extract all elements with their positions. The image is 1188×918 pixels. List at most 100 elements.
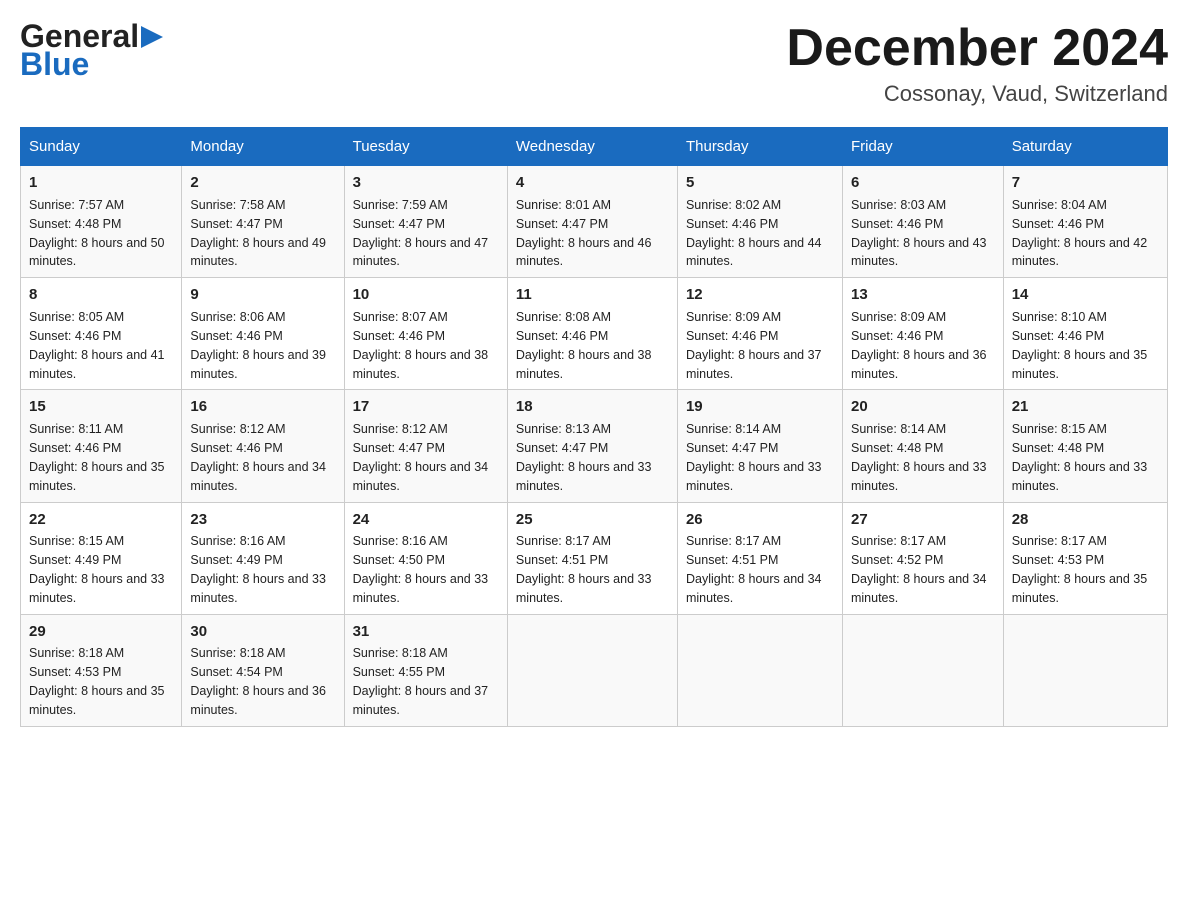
day-info: Sunrise: 7:58 AMSunset: 4:47 PMDaylight:… bbox=[190, 198, 326, 269]
calendar-cell: 19 Sunrise: 8:14 AMSunset: 4:47 PMDaylig… bbox=[677, 390, 842, 502]
day-number: 13 bbox=[851, 284, 995, 306]
calendar-cell: 4 Sunrise: 8:01 AMSunset: 4:47 PMDayligh… bbox=[507, 166, 677, 278]
day-info: Sunrise: 8:12 AMSunset: 4:47 PMDaylight:… bbox=[353, 422, 489, 493]
calendar-cell: 15 Sunrise: 8:11 AMSunset: 4:46 PMDaylig… bbox=[21, 390, 182, 502]
day-number: 3 bbox=[353, 172, 499, 194]
day-number: 10 bbox=[353, 284, 499, 306]
calendar-cell: 17 Sunrise: 8:12 AMSunset: 4:47 PMDaylig… bbox=[344, 390, 507, 502]
day-number: 4 bbox=[516, 172, 669, 194]
day-number: 2 bbox=[190, 172, 335, 194]
calendar-cell: 31 Sunrise: 8:18 AMSunset: 4:55 PMDaylig… bbox=[344, 614, 507, 726]
calendar-cell bbox=[507, 614, 677, 726]
day-info: Sunrise: 7:59 AMSunset: 4:47 PMDaylight:… bbox=[353, 198, 489, 269]
location: Cossonay, Vaud, Switzerland bbox=[786, 81, 1168, 107]
day-number: 31 bbox=[353, 621, 499, 643]
title-block: December 2024 Cossonay, Vaud, Switzerlan… bbox=[786, 20, 1168, 107]
calendar-cell: 29 Sunrise: 8:18 AMSunset: 4:53 PMDaylig… bbox=[21, 614, 182, 726]
day-number: 1 bbox=[29, 172, 173, 194]
calendar-cell: 28 Sunrise: 8:17 AMSunset: 4:53 PMDaylig… bbox=[1003, 502, 1167, 614]
day-number: 21 bbox=[1012, 396, 1159, 418]
day-info: Sunrise: 8:13 AMSunset: 4:47 PMDaylight:… bbox=[516, 422, 652, 493]
day-info: Sunrise: 8:18 AMSunset: 4:55 PMDaylight:… bbox=[353, 646, 489, 717]
day-number: 6 bbox=[851, 172, 995, 194]
calendar-cell: 13 Sunrise: 8:09 AMSunset: 4:46 PMDaylig… bbox=[842, 278, 1003, 390]
day-number: 18 bbox=[516, 396, 669, 418]
calendar-cell: 7 Sunrise: 8:04 AMSunset: 4:46 PMDayligh… bbox=[1003, 166, 1167, 278]
day-info: Sunrise: 8:17 AMSunset: 4:51 PMDaylight:… bbox=[686, 534, 822, 605]
calendar-week-row: 29 Sunrise: 8:18 AMSunset: 4:53 PMDaylig… bbox=[21, 614, 1168, 726]
day-info: Sunrise: 8:17 AMSunset: 4:52 PMDaylight:… bbox=[851, 534, 987, 605]
calendar-cell bbox=[1003, 614, 1167, 726]
calendar-cell: 21 Sunrise: 8:15 AMSunset: 4:48 PMDaylig… bbox=[1003, 390, 1167, 502]
day-info: Sunrise: 8:16 AMSunset: 4:50 PMDaylight:… bbox=[353, 534, 489, 605]
day-number: 5 bbox=[686, 172, 834, 194]
day-number: 12 bbox=[686, 284, 834, 306]
day-info: Sunrise: 8:07 AMSunset: 4:46 PMDaylight:… bbox=[353, 310, 489, 381]
calendar-cell: 18 Sunrise: 8:13 AMSunset: 4:47 PMDaylig… bbox=[507, 390, 677, 502]
day-number: 20 bbox=[851, 396, 995, 418]
calendar-cell: 27 Sunrise: 8:17 AMSunset: 4:52 PMDaylig… bbox=[842, 502, 1003, 614]
day-number: 26 bbox=[686, 509, 834, 531]
day-info: Sunrise: 8:14 AMSunset: 4:47 PMDaylight:… bbox=[686, 422, 822, 493]
calendar-cell: 2 Sunrise: 7:58 AMSunset: 4:47 PMDayligh… bbox=[182, 166, 344, 278]
day-number: 8 bbox=[29, 284, 173, 306]
day-info: Sunrise: 8:18 AMSunset: 4:53 PMDaylight:… bbox=[29, 646, 165, 717]
calendar-cell: 25 Sunrise: 8:17 AMSunset: 4:51 PMDaylig… bbox=[507, 502, 677, 614]
day-number: 30 bbox=[190, 621, 335, 643]
calendar-cell: 20 Sunrise: 8:14 AMSunset: 4:48 PMDaylig… bbox=[842, 390, 1003, 502]
day-number: 28 bbox=[1012, 509, 1159, 531]
day-info: Sunrise: 7:57 AMSunset: 4:48 PMDaylight:… bbox=[29, 198, 165, 269]
day-number: 11 bbox=[516, 284, 669, 306]
logo-blue: Blue bbox=[20, 48, 89, 80]
day-info: Sunrise: 8:09 AMSunset: 4:46 PMDaylight:… bbox=[851, 310, 987, 381]
day-info: Sunrise: 8:18 AMSunset: 4:54 PMDaylight:… bbox=[190, 646, 326, 717]
header-row: SundayMondayTuesdayWednesdayThursdayFrid… bbox=[21, 128, 1168, 166]
logo: General Blue bbox=[20, 20, 163, 80]
calendar-week-row: 1 Sunrise: 7:57 AMSunset: 4:48 PMDayligh… bbox=[21, 166, 1168, 278]
day-info: Sunrise: 8:15 AMSunset: 4:49 PMDaylight:… bbox=[29, 534, 165, 605]
calendar-cell: 11 Sunrise: 8:08 AMSunset: 4:46 PMDaylig… bbox=[507, 278, 677, 390]
calendar-week-row: 15 Sunrise: 8:11 AMSunset: 4:46 PMDaylig… bbox=[21, 390, 1168, 502]
day-number: 15 bbox=[29, 396, 173, 418]
header-day-friday: Friday bbox=[842, 128, 1003, 166]
day-info: Sunrise: 8:14 AMSunset: 4:48 PMDaylight:… bbox=[851, 422, 987, 493]
day-info: Sunrise: 8:17 AMSunset: 4:51 PMDaylight:… bbox=[516, 534, 652, 605]
calendar-cell: 26 Sunrise: 8:17 AMSunset: 4:51 PMDaylig… bbox=[677, 502, 842, 614]
calendar-cell bbox=[677, 614, 842, 726]
day-number: 27 bbox=[851, 509, 995, 531]
calendar-cell: 1 Sunrise: 7:57 AMSunset: 4:48 PMDayligh… bbox=[21, 166, 182, 278]
day-info: Sunrise: 8:04 AMSunset: 4:46 PMDaylight:… bbox=[1012, 198, 1148, 269]
day-info: Sunrise: 8:03 AMSunset: 4:46 PMDaylight:… bbox=[851, 198, 987, 269]
header-day-saturday: Saturday bbox=[1003, 128, 1167, 166]
calendar-cell: 14 Sunrise: 8:10 AMSunset: 4:46 PMDaylig… bbox=[1003, 278, 1167, 390]
day-info: Sunrise: 8:06 AMSunset: 4:46 PMDaylight:… bbox=[190, 310, 326, 381]
header-day-thursday: Thursday bbox=[677, 128, 842, 166]
calendar-cell: 6 Sunrise: 8:03 AMSunset: 4:46 PMDayligh… bbox=[842, 166, 1003, 278]
day-number: 24 bbox=[353, 509, 499, 531]
calendar-cell: 24 Sunrise: 8:16 AMSunset: 4:50 PMDaylig… bbox=[344, 502, 507, 614]
day-number: 17 bbox=[353, 396, 499, 418]
page-header: General Blue December 2024 Cossonay, Vau… bbox=[20, 20, 1168, 107]
day-number: 9 bbox=[190, 284, 335, 306]
day-info: Sunrise: 8:15 AMSunset: 4:48 PMDaylight:… bbox=[1012, 422, 1148, 493]
day-info: Sunrise: 8:17 AMSunset: 4:53 PMDaylight:… bbox=[1012, 534, 1148, 605]
day-info: Sunrise: 8:10 AMSunset: 4:46 PMDaylight:… bbox=[1012, 310, 1148, 381]
logo-arrow-icon bbox=[141, 26, 163, 48]
calendar-week-row: 22 Sunrise: 8:15 AMSunset: 4:49 PMDaylig… bbox=[21, 502, 1168, 614]
day-info: Sunrise: 8:09 AMSunset: 4:46 PMDaylight:… bbox=[686, 310, 822, 381]
header-day-sunday: Sunday bbox=[21, 128, 182, 166]
calendar-cell: 23 Sunrise: 8:16 AMSunset: 4:49 PMDaylig… bbox=[182, 502, 344, 614]
day-number: 23 bbox=[190, 509, 335, 531]
day-number: 7 bbox=[1012, 172, 1159, 194]
calendar-cell: 5 Sunrise: 8:02 AMSunset: 4:46 PMDayligh… bbox=[677, 166, 842, 278]
calendar-cell: 22 Sunrise: 8:15 AMSunset: 4:49 PMDaylig… bbox=[21, 502, 182, 614]
header-day-wednesday: Wednesday bbox=[507, 128, 677, 166]
day-info: Sunrise: 8:11 AMSunset: 4:46 PMDaylight:… bbox=[29, 422, 165, 493]
day-number: 14 bbox=[1012, 284, 1159, 306]
month-title: December 2024 bbox=[786, 20, 1168, 77]
calendar-cell: 3 Sunrise: 7:59 AMSunset: 4:47 PMDayligh… bbox=[344, 166, 507, 278]
calendar-cell: 9 Sunrise: 8:06 AMSunset: 4:46 PMDayligh… bbox=[182, 278, 344, 390]
day-number: 22 bbox=[29, 509, 173, 531]
calendar-cell: 12 Sunrise: 8:09 AMSunset: 4:46 PMDaylig… bbox=[677, 278, 842, 390]
day-info: Sunrise: 8:12 AMSunset: 4:46 PMDaylight:… bbox=[190, 422, 326, 493]
